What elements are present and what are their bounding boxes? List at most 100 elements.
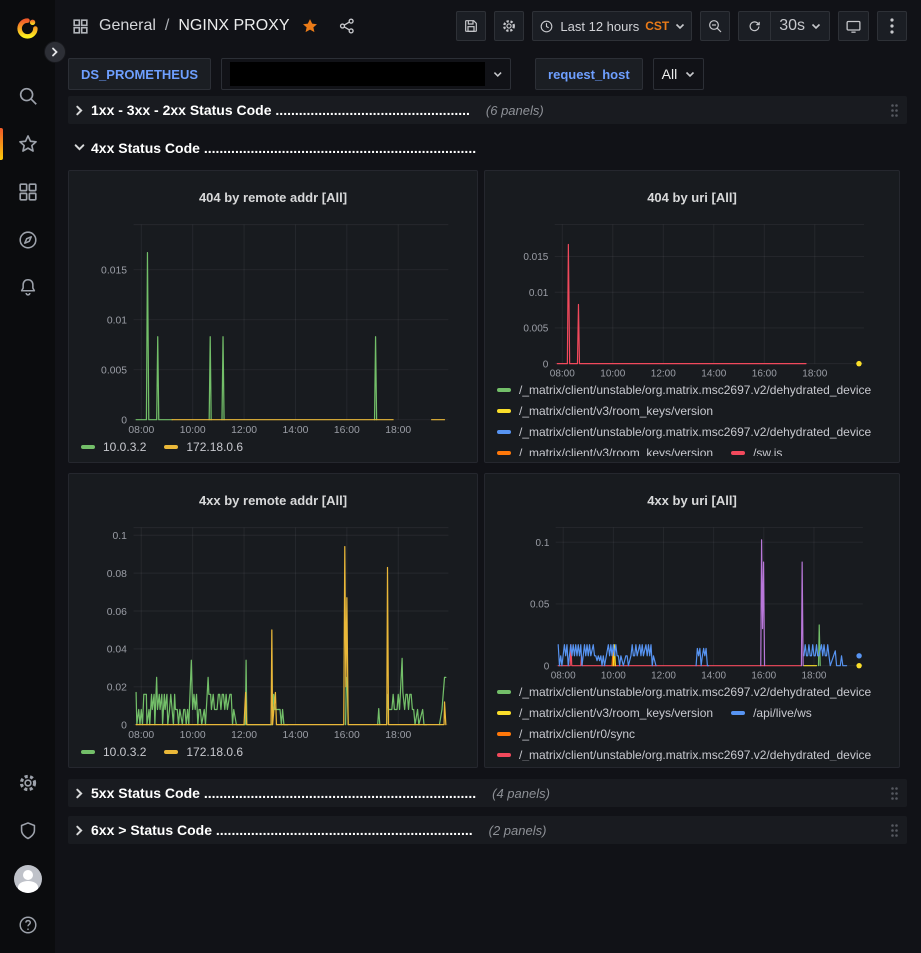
chevron-down-icon — [685, 69, 695, 79]
sidebar-expand-button[interactable] — [44, 41, 66, 63]
favorite-star-icon[interactable] — [301, 17, 319, 35]
legend-item[interactable]: /_matrix/client/v3/room_keys/version — [497, 702, 713, 723]
legend-item[interactable]: /sw.js — [731, 443, 782, 456]
refresh-interval-dropdown[interactable]: 30s — [770, 12, 829, 40]
request-host-select[interactable]: All — [653, 58, 705, 90]
chevron-down-icon — [493, 69, 503, 79]
refresh-button[interactable] — [739, 12, 770, 40]
svg-text:14:00: 14:00 — [701, 368, 726, 379]
svg-text:14:00: 14:00 — [282, 729, 308, 740]
panel-title[interactable]: 404 by remote addr [All] — [79, 188, 467, 208]
sidebar-item-starred[interactable] — [0, 124, 55, 164]
panel-4xx-by-uri: 4xx by uri [All] 08:0010:0012:0014:0016:… — [484, 473, 900, 768]
legend: /_matrix/client/unstable/org.matrix.msc2… — [495, 681, 889, 761]
svg-text:10:00: 10:00 — [600, 368, 625, 379]
row-header-1xx-3xx-2xx[interactable]: 1xx - 3xx - 2xx Status Code ............… — [68, 96, 907, 124]
dashboard-title[interactable]: NGINX PROXY — [178, 17, 289, 35]
variable-label-request-host: request_host — [535, 58, 643, 90]
tv-mode-button[interactable] — [838, 11, 869, 41]
legend-item[interactable]: /_matrix/client/unstable/org.matrix.msc2… — [497, 380, 871, 401]
apps-grid-icon — [71, 17, 90, 36]
more-options-button[interactable] — [877, 11, 907, 41]
legend-item[interactable]: /_matrix/client/v3/room_keys/version — [497, 443, 713, 456]
legend-item[interactable]: /_matrix/client/unstable/org.matrix.msc2… — [497, 422, 871, 443]
legend-label: /_matrix/client/v3/room_keys/version — [519, 446, 713, 456]
legend-item[interactable]: 10.0.3.2 — [81, 741, 146, 761]
main-area: General / NGINX PROXY — [55, 0, 921, 953]
sidebar — [0, 0, 55, 953]
legend-label: /_matrix/client/v3/room_keys/version — [519, 404, 713, 418]
legend-swatch — [81, 750, 95, 754]
legend-swatch — [497, 451, 511, 455]
redacted-value — [230, 62, 485, 86]
sidebar-item-explore[interactable] — [0, 220, 55, 260]
legend-label: /_matrix/client/v3/room_keys/version — [519, 706, 713, 720]
refresh-interval-value: 30s — [779, 17, 805, 35]
panel-title[interactable]: 4xx by remote addr [All] — [79, 491, 467, 511]
time-series-chart[interactable]: 08:0010:0012:0014:0016:0018:0000.020.040… — [79, 522, 469, 742]
legend-item[interactable]: /_matrix/client/v3/room_keys/version — [497, 401, 713, 422]
legend-item[interactable]: 172.18.0.6 — [164, 741, 243, 761]
chevron-down-icon — [675, 21, 685, 31]
row-drag-handle-icon[interactable] — [890, 823, 899, 838]
panel-title[interactable]: 404 by uri [All] — [495, 188, 889, 208]
time-series-chart[interactable]: 08:0010:0012:0014:0016:0018:0000.0050.01… — [495, 219, 891, 380]
clock-icon — [539, 19, 554, 34]
breadcrumb-divider: / — [165, 17, 169, 35]
time-series-chart[interactable]: 08:0010:0012:0014:0016:0018:0000.0050.01… — [79, 219, 469, 437]
refresh-button-group: 30s — [738, 11, 830, 41]
panel-title[interactable]: 4xx by uri [All] — [495, 491, 889, 511]
sidebar-item-configuration[interactable] — [0, 763, 55, 803]
share-icon[interactable] — [338, 17, 356, 35]
sidebar-item-dashboards[interactable] — [0, 172, 55, 212]
zoom-out-button[interactable] — [700, 11, 730, 41]
legend-item[interactable]: /api/live/ws — [731, 702, 812, 723]
grafana-logo-icon — [14, 15, 41, 42]
svg-text:14:00: 14:00 — [282, 424, 308, 435]
row-header-5xx[interactable]: 5xx Status Code ........................… — [68, 779, 907, 807]
row-panel-count: (6 panels) — [486, 103, 544, 118]
legend-item[interactable]: 172.18.0.6 — [164, 436, 243, 456]
time-range-picker[interactable]: Last 12 hours CST — [532, 11, 692, 41]
breadcrumb: General / NGINX PROXY — [71, 17, 456, 36]
legend-item[interactable]: /_matrix/client/unstable/org.matrix.msc2… — [497, 744, 871, 761]
legend: 10.0.3.2 172.18.0.6 — [79, 436, 467, 456]
sidebar-item-help[interactable] — [0, 905, 55, 945]
breadcrumb-folder[interactable]: General — [99, 17, 156, 35]
sidebar-item-search[interactable] — [0, 76, 55, 116]
row-header-6xx[interactable]: 6xx > Status Code ......................… — [68, 816, 907, 844]
submenu: DS_PROMETHEUS request_host All — [55, 52, 921, 96]
dashboards-grid-icon — [17, 181, 39, 203]
row-panel-count: (2 panels) — [489, 823, 547, 838]
legend-label: 172.18.0.6 — [186, 440, 243, 454]
legend-swatch — [497, 732, 511, 736]
sidebar-item-profile[interactable] — [0, 859, 55, 899]
row-drag-handle-icon[interactable] — [890, 103, 899, 118]
chevron-right-icon — [74, 788, 85, 799]
dashboard-settings-button[interactable] — [494, 11, 524, 41]
sidebar-item-server-admin[interactable] — [0, 811, 55, 851]
legend-swatch — [81, 445, 95, 449]
legend-item[interactable]: /_matrix/client/unstable/org.matrix.msc2… — [497, 681, 871, 702]
save-icon — [463, 18, 479, 34]
compass-icon — [17, 229, 39, 251]
legend-label: /_matrix/client/unstable/org.matrix.msc2… — [519, 685, 871, 699]
shield-icon — [17, 820, 39, 842]
legend-label: /_matrix/client/unstable/org.matrix.msc2… — [519, 425, 871, 439]
row-drag-handle-icon[interactable] — [890, 786, 899, 801]
active-indicator — [0, 128, 3, 160]
time-range-label: Last 12 hours — [560, 19, 639, 34]
datasource-select[interactable] — [221, 58, 511, 90]
svg-text:16:00: 16:00 — [334, 729, 360, 740]
row-title: 5xx Status Code — [91, 785, 204, 801]
row-header-4xx[interactable]: 4xx Status Code ........................… — [68, 134, 907, 161]
sidebar-item-alerting[interactable] — [0, 268, 55, 308]
svg-text:12:00: 12:00 — [651, 670, 676, 681]
legend-swatch — [497, 409, 511, 413]
save-dashboard-button[interactable] — [456, 11, 486, 41]
svg-text:08:00: 08:00 — [550, 368, 575, 379]
time-series-chart[interactable]: 08:0010:0012:0014:0016:0018:0000.050.1 — [495, 522, 891, 682]
row-title: 6xx > Status Code — [91, 822, 216, 838]
legend-item[interactable]: 10.0.3.2 — [81, 436, 146, 456]
legend-item[interactable]: /_matrix/client/r0/sync — [497, 723, 635, 744]
